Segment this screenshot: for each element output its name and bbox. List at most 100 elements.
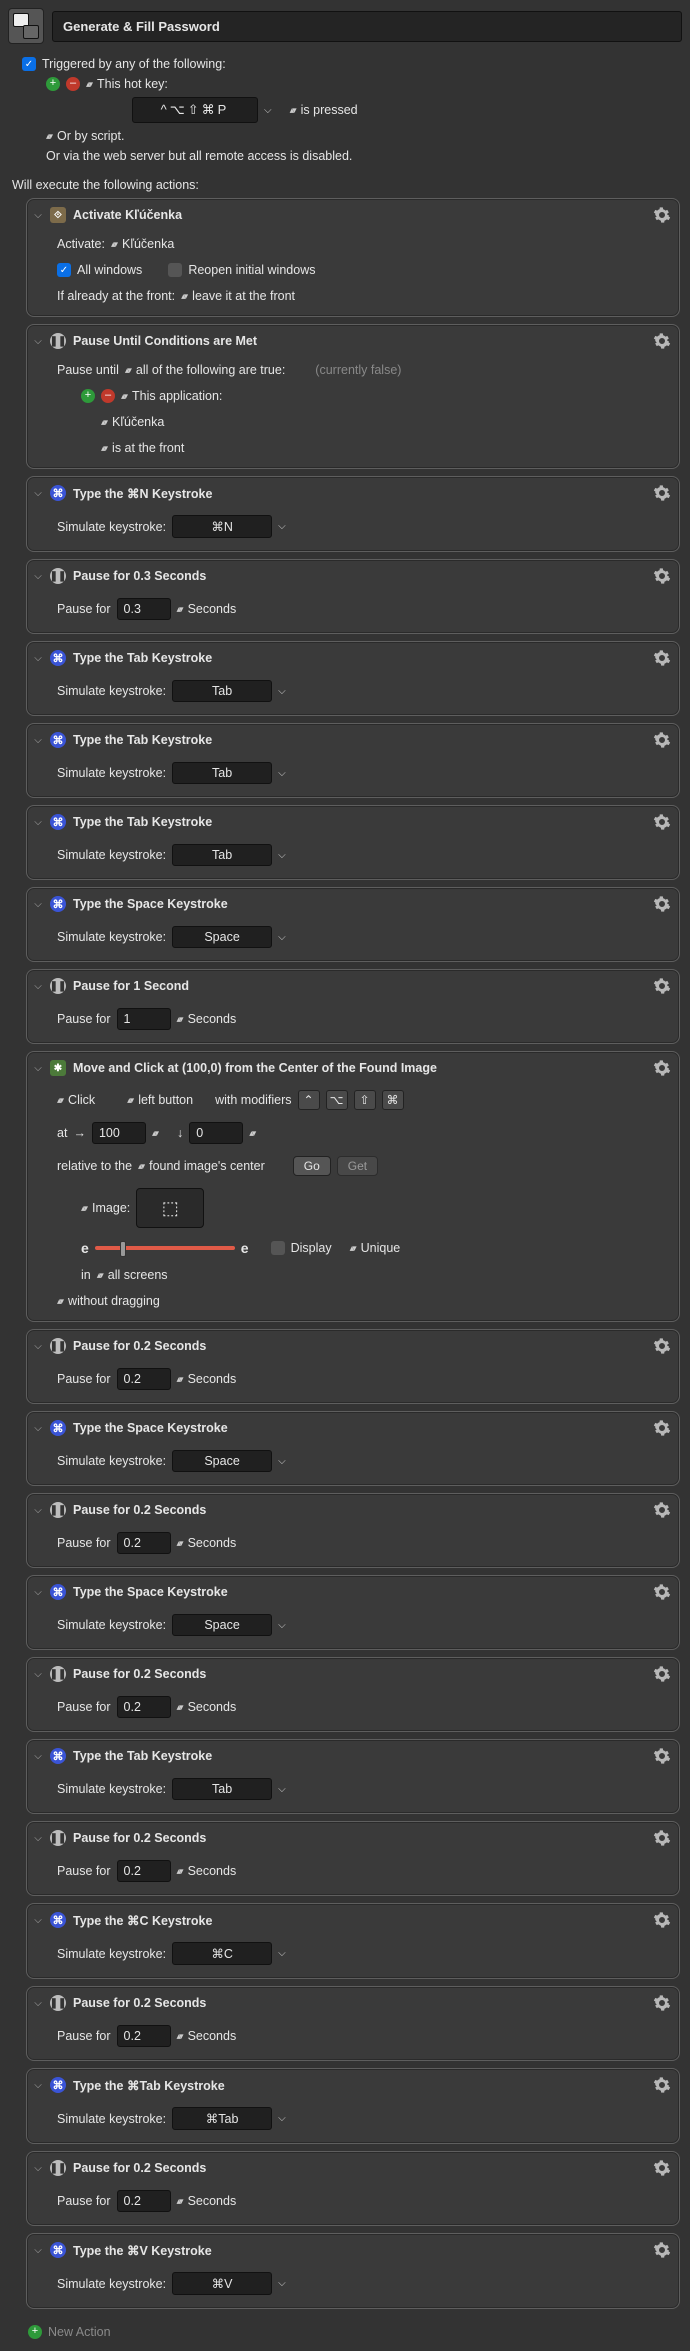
unique-stepper[interactable]: ▴▾ (350, 1243, 355, 1254)
drag-stepper[interactable]: ▴▾ (57, 1296, 62, 1307)
gear-icon[interactable] (653, 332, 671, 350)
click-stepper[interactable]: ▴▾ (57, 1095, 62, 1106)
action-card[interactable]: ⌵ ⌘ Type the Tab Keystroke Simulate keys… (26, 723, 680, 798)
disclosure-icon[interactable]: ⌵ (33, 1587, 43, 1598)
mod-shift[interactable]: ⇧ (354, 1090, 376, 1110)
action-card[interactable]: ⌵ ⟐ Activate Kľúčenka Activate: ▴▾Kľúčen… (26, 198, 680, 317)
display-checkbox[interactable]: ✓ (271, 1241, 285, 1255)
keystroke-menu[interactable]: ⌵ (278, 1620, 286, 1631)
action-card[interactable]: ⌵ ❚❚ Pause for 0.2 Seconds Pause for 0.2… (26, 1657, 680, 1732)
gear-icon[interactable] (653, 206, 671, 224)
or-stepper[interactable]: ▴▾ (46, 131, 51, 142)
remove-trigger-button[interactable]: – (66, 77, 80, 91)
disclosure-icon[interactable]: ⌵ (33, 1423, 43, 1434)
gear-icon[interactable] (653, 1501, 671, 1519)
disclosure-icon[interactable]: ⌵ (33, 735, 43, 746)
new-action-button[interactable]: + (28, 2325, 42, 2339)
keystroke-field[interactable]: Tab (172, 844, 272, 866)
gear-icon[interactable] (653, 567, 671, 585)
pause-unit-stepper[interactable]: ▴▾ (177, 2031, 182, 2042)
action-card[interactable]: ⌵ ⌘ Type the ⌘V Keystroke Simulate keyst… (26, 2233, 680, 2309)
macro-name-field[interactable]: Generate & Fill Password (52, 11, 682, 42)
gear-icon[interactable] (653, 1419, 671, 1437)
disclosure-icon[interactable]: ⌵ (33, 899, 43, 910)
keystroke-menu[interactable]: ⌵ (278, 2278, 286, 2289)
keystroke-field[interactable]: Tab (172, 1778, 272, 1800)
keystroke-field[interactable]: Tab (172, 762, 272, 784)
disclosure-icon[interactable]: ⌵ (33, 488, 43, 499)
disclosure-icon[interactable]: ⌵ (33, 1751, 43, 1762)
keystroke-menu[interactable]: ⌵ (278, 686, 286, 697)
action-card[interactable]: ⌵ ⌘ Type the Tab Keystroke Simulate keys… (26, 1739, 680, 1814)
mod-opt[interactable]: ⌥ (326, 1090, 348, 1110)
reopen-checkbox[interactable]: ✓ (168, 263, 182, 277)
add-trigger-button[interactable]: + (46, 77, 60, 91)
gear-icon[interactable] (653, 2159, 671, 2177)
keystroke-field[interactable]: ⌘N (172, 515, 272, 538)
gear-icon[interactable] (653, 1911, 671, 1929)
disclosure-icon[interactable]: ⌵ (33, 1505, 43, 1516)
pause-unit-stepper[interactable]: ▴▾ (177, 2196, 182, 2207)
trigger-type-stepper[interactable]: ▴▾ (86, 79, 91, 90)
disclosure-icon[interactable]: ⌵ (33, 1669, 43, 1680)
disclosure-icon[interactable]: ⌵ (33, 571, 43, 582)
gear-icon[interactable] (653, 1337, 671, 1355)
gear-icon[interactable] (653, 895, 671, 913)
mod-ctrl[interactable]: ⌃ (298, 1090, 320, 1110)
gear-icon[interactable] (653, 1059, 671, 1077)
keystroke-field[interactable]: Space (172, 1614, 272, 1636)
action-card[interactable]: ⌵ ❚❚ Pause for 0.2 Seconds Pause for 0.2… (26, 1986, 680, 2061)
action-card[interactable]: ⌵ ⌘ Type the ⌘N Keystroke Simulate keyst… (26, 476, 680, 552)
gear-icon[interactable] (653, 1829, 671, 1847)
fuzz-slider[interactable] (95, 1246, 235, 1250)
pause-value-field[interactable]: 0.2 (117, 1532, 171, 1554)
pause-value-field[interactable]: 0.2 (117, 1696, 171, 1718)
pause-value-field[interactable]: 0.3 (117, 598, 171, 620)
pause-value-field[interactable]: 0.2 (117, 1368, 171, 1390)
gear-icon[interactable] (653, 977, 671, 995)
disclosure-icon[interactable]: ⌵ (33, 210, 43, 221)
image-stepper[interactable]: ▴▾ (81, 1203, 86, 1214)
pause-unit-stepper[interactable]: ▴▾ (177, 604, 182, 615)
get-button[interactable]: Get (337, 1156, 378, 1176)
action-card[interactable]: ⌵ ⌘ Type the Tab Keystroke Simulate keys… (26, 641, 680, 716)
cond-rel-stepper[interactable]: ▴▾ (101, 443, 106, 454)
disclosure-icon[interactable]: ⌵ (33, 1341, 43, 1352)
keystroke-menu[interactable]: ⌵ (278, 1456, 286, 1467)
keystroke-menu[interactable]: ⌵ (278, 521, 286, 532)
if-front-stepper[interactable]: ▴▾ (181, 291, 186, 302)
all-windows-checkbox[interactable]: ✓ (57, 263, 71, 277)
action-card[interactable]: ⌵ ⌘ Type the ⌘C Keystroke Simulate keyst… (26, 1903, 680, 1979)
disclosure-icon[interactable]: ⌵ (33, 653, 43, 664)
keystroke-menu[interactable]: ⌵ (278, 768, 286, 779)
disclosure-icon[interactable]: ⌵ (33, 2163, 43, 2174)
button-stepper[interactable]: ▴▾ (127, 1095, 132, 1106)
gear-icon[interactable] (653, 649, 671, 667)
y-stepper[interactable]: ▴▾ (249, 1128, 254, 1139)
gear-icon[interactable] (653, 484, 671, 502)
pause-value-field[interactable]: 0.2 (117, 2190, 171, 2212)
enabled-checkbox[interactable]: ✓ (22, 57, 36, 71)
keystroke-field[interactable]: ⌘V (172, 2272, 272, 2295)
gear-icon[interactable] (653, 1583, 671, 1601)
disclosure-icon[interactable]: ⌵ (33, 981, 43, 992)
pause-unit-stepper[interactable]: ▴▾ (177, 1702, 182, 1713)
gear-icon[interactable] (653, 2076, 671, 2094)
activate-app-stepper[interactable]: ▴▾ (111, 239, 116, 250)
disclosure-icon[interactable]: ⌵ (33, 1998, 43, 2009)
keystroke-field[interactable]: Tab (172, 680, 272, 702)
cond-app-stepper[interactable]: ▴▾ (101, 417, 106, 428)
keystroke-menu[interactable]: ⌵ (278, 1784, 286, 1795)
pause-unit-stepper[interactable]: ▴▾ (177, 1014, 182, 1025)
disclosure-icon[interactable]: ⌵ (33, 817, 43, 828)
keystroke-field[interactable]: ⌘C (172, 1942, 272, 1965)
action-card[interactable]: ⌵ ⌘ Type the Tab Keystroke Simulate keys… (26, 805, 680, 880)
keystroke-field[interactable]: ⌘Tab (172, 2107, 272, 2130)
pause-unit-stepper[interactable]: ▴▾ (177, 1538, 182, 1549)
pause-unit-stepper[interactable]: ▴▾ (177, 1374, 182, 1385)
pause-value-field[interactable]: 0.2 (117, 2025, 171, 2047)
disclosure-icon[interactable]: ⌵ (33, 336, 43, 347)
action-card[interactable]: ⌵ ❚❚ Pause for 0.2 Seconds Pause for 0.2… (26, 1329, 680, 1404)
hotkey-menu[interactable]: ⌵ (264, 105, 272, 116)
gear-icon[interactable] (653, 1665, 671, 1683)
